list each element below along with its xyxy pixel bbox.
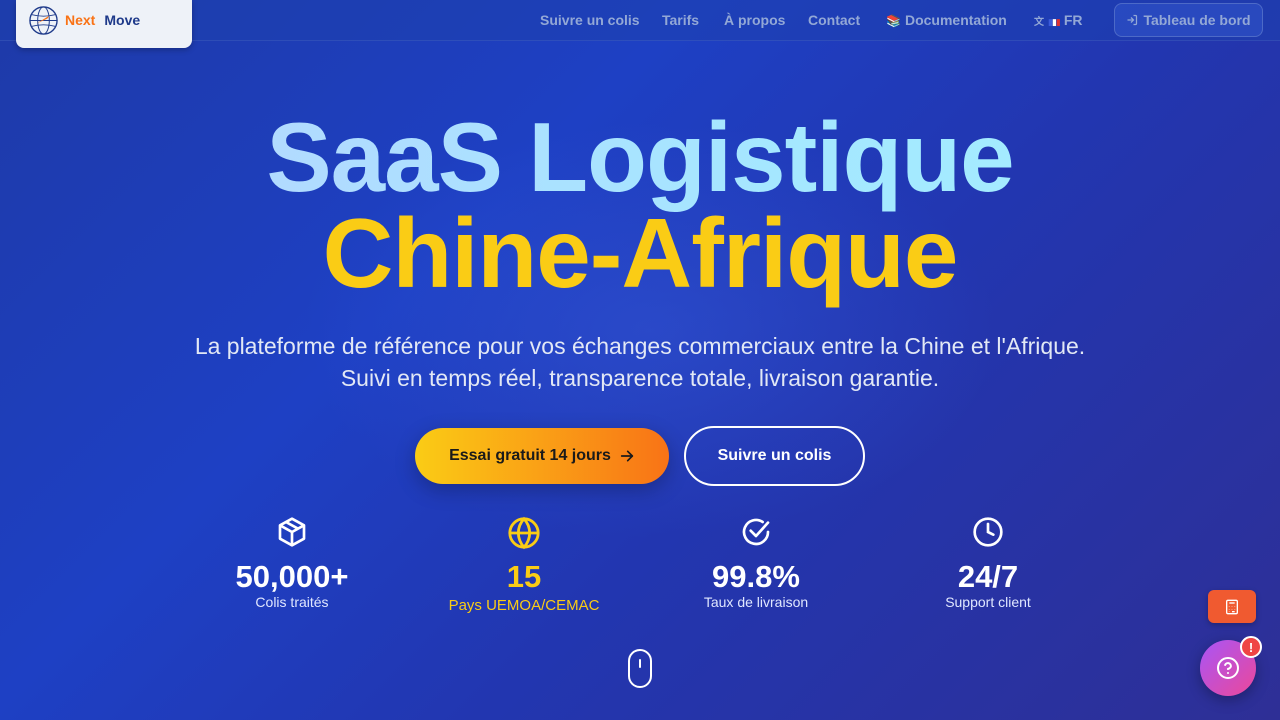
brand-name-move: Move (104, 12, 141, 28)
arrow-right-icon (620, 450, 634, 462)
dashboard-label: Tableau de bord (1143, 12, 1251, 28)
hero-title-line1: SaaS Logistique (0, 102, 1280, 212)
free-trial-button[interactable]: Essai gratuit 14 jours (415, 428, 669, 484)
dashboard-button[interactable]: Tableau de bord (1114, 3, 1263, 37)
brand-logo[interactable]: Next Move (16, 0, 192, 48)
books-icon: 📚 (886, 14, 901, 28)
france-flag-icon: ▮▮▮ (1048, 17, 1061, 27)
nav-links: Suivre un colis Tarifs À propos Contact … (0, 0, 1280, 41)
track-parcel-button[interactable]: Suivre un colis (684, 426, 865, 486)
notification-badge: ! (1240, 636, 1262, 658)
nav-link-documentation[interactable]: 📚 Documentation (886, 12, 1007, 28)
stat-value: 99.8% (712, 559, 800, 594)
top-navbar: Suivre un colis Tarifs À propos Contact … (0, 0, 1280, 41)
hero-title-line2: Chine-Afrique (322, 198, 959, 308)
stat-parcels: 50,000+ Colis traités (192, 516, 392, 610)
stat-delivery-rate: 99.8% Taux de livraison (656, 516, 856, 610)
brand-name-next: Next (65, 12, 96, 28)
nav-link-about[interactable]: À propos (724, 12, 785, 28)
package-icon (278, 517, 306, 547)
stat-value: 15 (506, 559, 542, 594)
globe-plane-icon (29, 6, 58, 35)
stat-label: Taux de livraison (703, 594, 809, 610)
nav-link-documentation-label: Documentation (904, 12, 1007, 28)
nav-link-track[interactable]: Suivre un colis (540, 12, 640, 28)
help-circle-icon (1217, 657, 1239, 679)
login-icon (1127, 14, 1138, 26)
language-label: FR (1063, 12, 1083, 28)
stat-label: Pays UEMOA/CEMAC (448, 597, 600, 614)
calculator-button[interactable] (1208, 590, 1256, 623)
calculator-icon (1226, 599, 1238, 614)
nav-link-contact[interactable]: Contact (808, 12, 860, 28)
stat-label: Support client (945, 594, 1031, 610)
nav-link-pricing[interactable]: Tarifs (662, 12, 699, 28)
track-parcel-label: Suivre un colis (717, 447, 832, 464)
stat-value: 24/7 (957, 559, 1019, 594)
scroll-indicator-icon[interactable] (628, 649, 652, 688)
clock-icon (973, 517, 1003, 547)
stat-value: 50,000+ (235, 559, 349, 594)
stat-countries: 15 Pays UEMOA/CEMAC (424, 516, 624, 614)
free-trial-label: Essai gratuit 14 jours (449, 447, 611, 464)
check-circle-icon (742, 518, 770, 546)
hero-subtitle: La plateforme de référence pour vos écha… (194, 333, 1086, 391)
translate-icon: 文 (1034, 17, 1044, 28)
globe-icon (508, 516, 540, 550)
language-selector[interactable]: 文 ▮▮▮ FR (1034, 12, 1083, 28)
stat-support: 24/7 Support client (888, 516, 1088, 610)
stat-label: Colis traités (255, 594, 329, 610)
